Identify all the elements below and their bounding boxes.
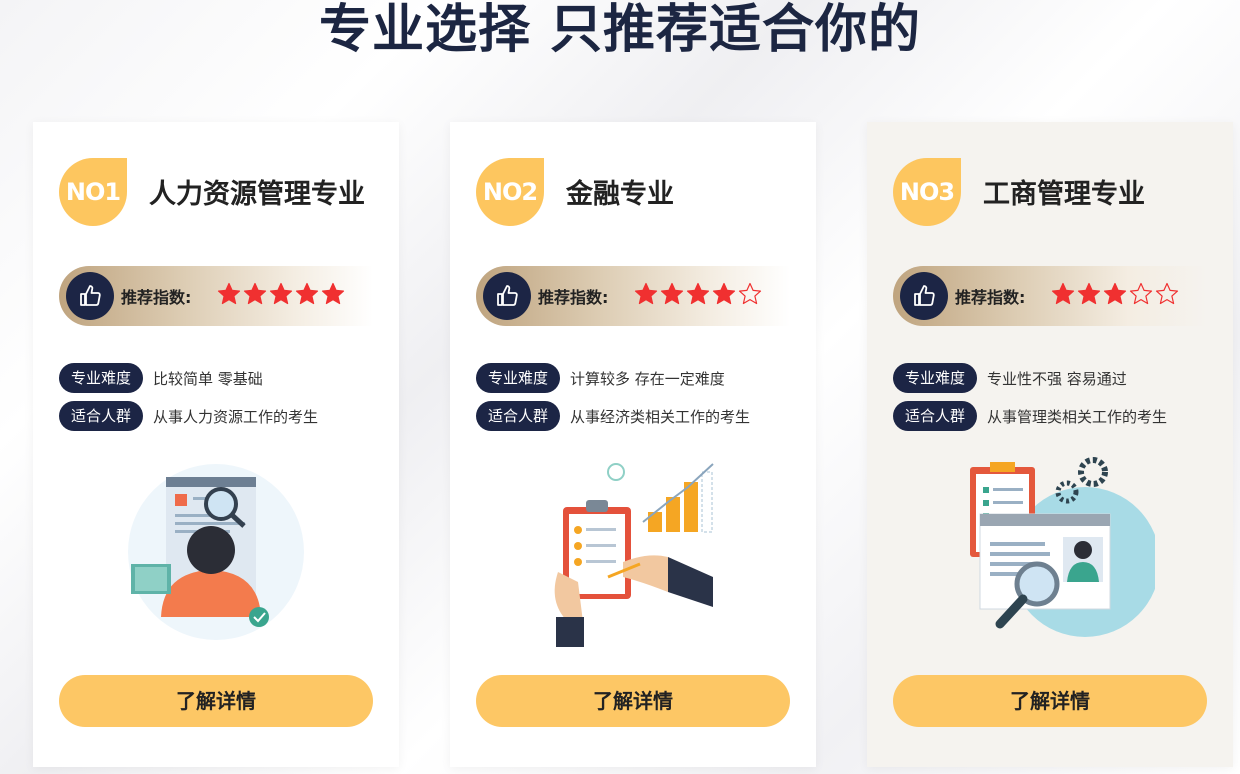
rank-badge: NO3 bbox=[893, 158, 961, 226]
star-rating bbox=[1051, 282, 1179, 310]
star-filled-icon bbox=[217, 282, 241, 310]
difficulty-row: 专业难度 专业性不强 容易通过 bbox=[893, 363, 1127, 393]
audience-text: 从事经济类相关工作的考生 bbox=[570, 407, 751, 426]
difficulty-tag: 专业难度 bbox=[59, 363, 144, 393]
major-card-hr: NO1 人力资源管理专业 推荐指数: 专业难度 比较简单 零基础 适合人群 从事… bbox=[33, 122, 399, 767]
star-rating bbox=[217, 282, 345, 310]
star-empty-icon bbox=[1155, 282, 1179, 310]
audience-text: 从事人力资源工作的考生 bbox=[153, 407, 319, 426]
recommendation-rating: 推荐指数: bbox=[59, 266, 373, 326]
difficulty-text: 计算较多 存在一定难度 bbox=[570, 369, 725, 388]
star-filled-icon bbox=[1051, 282, 1075, 310]
rank-badge: NO1 bbox=[59, 158, 127, 226]
major-card-finance: NO2 金融专业 推荐指数: 专业难度 计算较多 存在一定难度 适合人群 从事经… bbox=[450, 122, 816, 767]
difficulty-text: 比较简单 零基础 bbox=[153, 369, 263, 388]
recommendation-rating: 推荐指数: bbox=[893, 266, 1207, 326]
rank-badge: NO2 bbox=[476, 158, 544, 226]
learn-more-button[interactable]: 了解详情 bbox=[476, 675, 790, 727]
major-card-business: NO3 工商管理专业 推荐指数: 专业难度 专业性不强 容易通过 适合人群 从事… bbox=[867, 122, 1233, 767]
recommendation-rating: 推荐指数: bbox=[476, 266, 790, 326]
learn-more-button[interactable]: 了解详情 bbox=[59, 675, 373, 727]
major-name: 人力资源管理专业 bbox=[149, 179, 365, 210]
difficulty-text: 专业性不强 容易通过 bbox=[987, 369, 1127, 388]
difficulty-tag: 专业难度 bbox=[476, 363, 561, 393]
audience-tag: 适合人群 bbox=[893, 401, 978, 431]
difficulty-row: 专业难度 计算较多 存在一定难度 bbox=[476, 363, 725, 393]
rating-label: 推荐指数: bbox=[121, 288, 192, 307]
star-filled-icon bbox=[1077, 282, 1101, 310]
star-filled-icon bbox=[243, 282, 267, 310]
audience-row: 适合人群 从事经济类相关工作的考生 bbox=[476, 401, 750, 431]
major-name: 金融专业 bbox=[566, 179, 674, 210]
star-filled-icon bbox=[660, 282, 684, 310]
page-title: 专业选择 只推荐适合你的 bbox=[318, 0, 922, 60]
audience-text: 从事管理类相关工作的考生 bbox=[987, 407, 1168, 426]
finance-clipboard-illustration-icon bbox=[554, 463, 714, 647]
rating-label: 推荐指数: bbox=[955, 288, 1026, 307]
major-name: 工商管理专业 bbox=[983, 179, 1145, 210]
star-filled-icon bbox=[321, 282, 345, 310]
thumbs-up-icon bbox=[900, 272, 948, 320]
thumbs-up-icon bbox=[483, 272, 531, 320]
audience-row: 适合人群 从事管理类相关工作的考生 bbox=[893, 401, 1167, 431]
audience-tag: 适合人群 bbox=[476, 401, 561, 431]
star-filled-icon bbox=[1103, 282, 1127, 310]
star-empty-icon bbox=[738, 282, 762, 310]
star-filled-icon bbox=[712, 282, 736, 310]
star-filled-icon bbox=[634, 282, 658, 310]
thumbs-up-icon bbox=[66, 272, 114, 320]
star-filled-icon bbox=[295, 282, 319, 310]
audience-row: 适合人群 从事人力资源工作的考生 bbox=[59, 401, 318, 431]
difficulty-tag: 专业难度 bbox=[893, 363, 978, 393]
star-filled-icon bbox=[269, 282, 293, 310]
star-filled-icon bbox=[686, 282, 710, 310]
learn-more-button[interactable]: 了解详情 bbox=[893, 675, 1207, 727]
audience-tag: 适合人群 bbox=[59, 401, 144, 431]
star-rating bbox=[634, 282, 762, 310]
hr-magnifier-illustration-icon bbox=[128, 464, 304, 640]
business-cv-illustration-icon bbox=[970, 457, 1155, 637]
rating-label: 推荐指数: bbox=[538, 288, 609, 307]
star-empty-icon bbox=[1129, 282, 1153, 310]
difficulty-row: 专业难度 比较简单 零基础 bbox=[59, 363, 263, 393]
